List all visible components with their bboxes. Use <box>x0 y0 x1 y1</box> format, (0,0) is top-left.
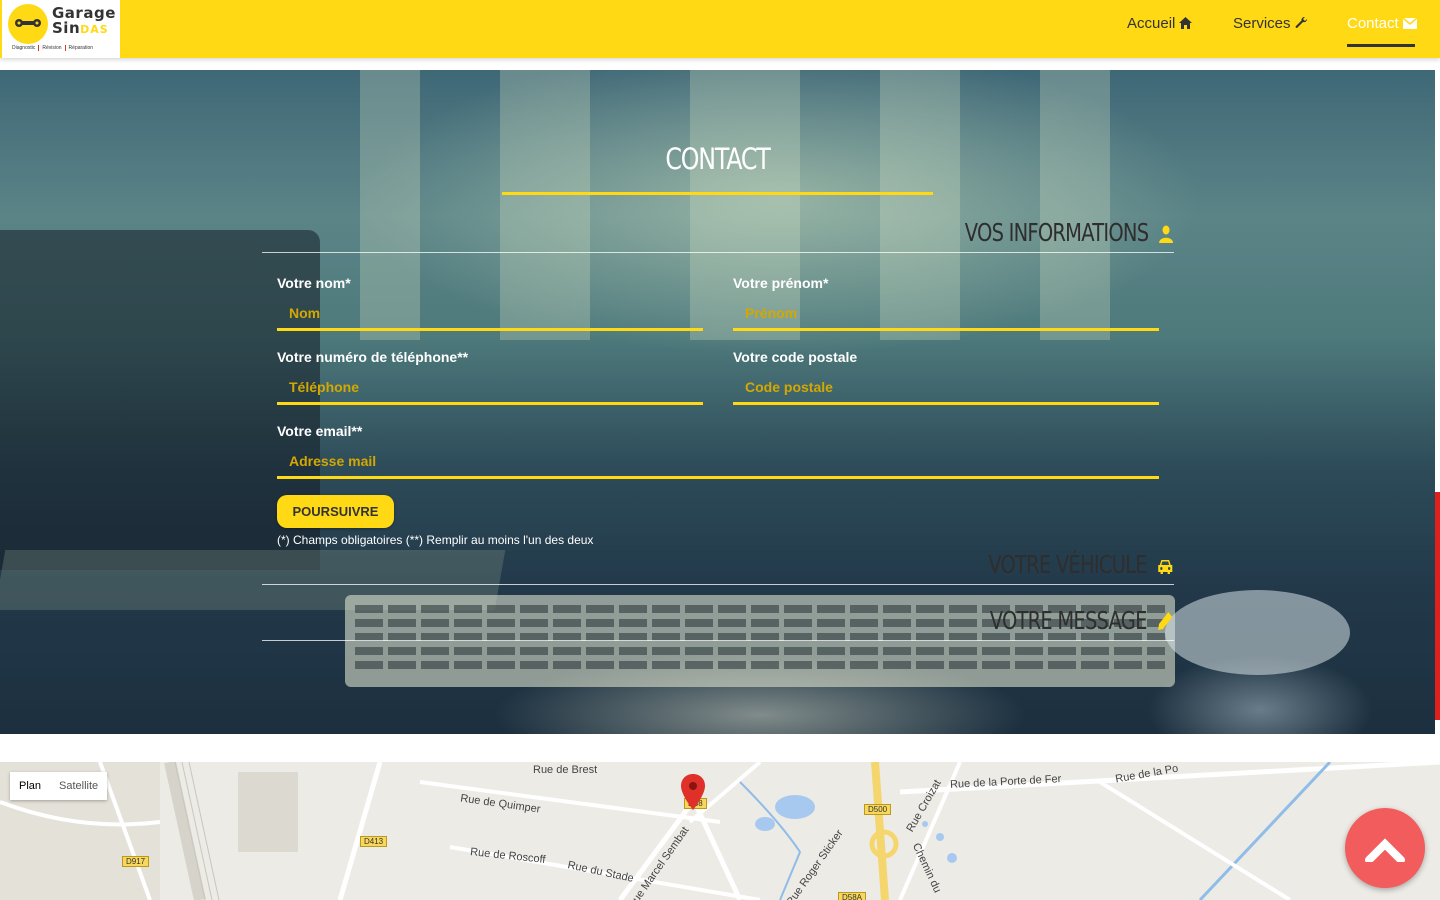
brand-name-line2: Sin <box>52 19 81 37</box>
nav-item-label: Contact <box>1347 15 1399 32</box>
map-type-satellite[interactable]: Satellite <box>50 772 107 800</box>
nav-item-accueil[interactable]: Accueil <box>1127 15 1193 32</box>
section-vehicle-header[interactable]: VOTRE VÉHICULE <box>988 550 1173 579</box>
brand-tag: Révision <box>38 45 65 51</box>
postal-code-input[interactable] <box>733 371 1159 405</box>
section-vehicle-label: VOTRE VÉHICULE <box>987 550 1147 579</box>
section-divider <box>262 584 1174 585</box>
section-divider <box>262 640 1174 641</box>
brand-tag: Réparation <box>64 45 97 51</box>
background-mouse <box>1165 590 1350 675</box>
location-map[interactable]: Rue de Brest Rue de Quimper Rue de Rosco… <box>0 762 1440 900</box>
brand-tag: Diagnostic <box>12 45 36 51</box>
brand-tags: Diagnostic Révision Réparation <box>9 45 97 51</box>
route-badge: D413 <box>360 836 388 847</box>
active-nav-indicator <box>1347 44 1415 47</box>
title-underline <box>502 192 933 195</box>
envelope-icon <box>1402 17 1418 29</box>
scroll-to-top-button[interactable] <box>1345 808 1425 888</box>
first-name-label: Votre prénom* <box>733 275 829 291</box>
postal-code-label: Votre code postale <box>733 349 858 365</box>
home-icon <box>1179 17 1193 29</box>
section-divider <box>262 252 1174 253</box>
route-badge: D58A <box>838 892 867 900</box>
route-badge: D917 <box>122 856 150 867</box>
background-monitor <box>0 230 320 570</box>
nav-item-contact[interactable]: Contact <box>1347 15 1418 32</box>
pencil-icon <box>1158 612 1173 630</box>
wrench-icon <box>1295 16 1307 29</box>
map-type-toggle[interactable]: Plan Satellite <box>10 772 108 800</box>
page-title: CONTACT <box>665 142 770 176</box>
required-fields-note: (*) Champs obligatoires (**) Remplir au … <box>277 533 594 547</box>
last-name-label: Votre nom* <box>277 275 351 291</box>
contact-hero: CONTACT VOS INFORMATIONS Votre nom* Votr… <box>0 70 1435 734</box>
map-roads <box>0 762 1440 900</box>
side-accent-strip <box>1435 492 1440 720</box>
car-icon <box>1158 560 1173 574</box>
brand-name-suffix: DAS <box>80 23 109 36</box>
last-name-input[interactable] <box>277 297 703 331</box>
map-type-plan[interactable]: Plan <box>10 772 50 800</box>
route-badge: D500 <box>864 804 892 815</box>
nav-item-label: Services <box>1233 15 1291 32</box>
nav-item-services[interactable]: Services <box>1233 15 1308 32</box>
top-header: Garage SinDAS Diagnostic Révision Réparati… <box>0 0 1440 58</box>
section-info-label: VOS INFORMATIONS <box>964 218 1149 247</box>
phone-input[interactable] <box>277 371 703 405</box>
section-message-label: VOTRE MESSAGE <box>989 606 1148 635</box>
chevron-up-icon <box>1365 838 1405 862</box>
brand-logo[interactable]: Garage SinDAS Diagnostic Révision Réparati… <box>2 0 120 58</box>
section-info-header[interactable]: VOS INFORMATIONS <box>965 218 1173 247</box>
user-icon <box>1158 225 1173 243</box>
wrench-logo-icon <box>8 4 48 44</box>
map-street-label: Rue de Brest <box>533 764 598 776</box>
section-message-header[interactable]: VOTRE MESSAGE <box>990 606 1173 635</box>
email-label: Votre email** <box>277 423 363 439</box>
brand-name: Garage SinDAS <box>52 6 116 37</box>
first-name-input[interactable] <box>733 297 1159 331</box>
map-marker-icon[interactable] <box>681 774 705 810</box>
nav-item-label: Accueil <box>1127 15 1176 32</box>
continue-button[interactable]: POURSUIVRE <box>277 495 394 528</box>
email-input[interactable] <box>277 445 1159 479</box>
phone-label: Votre numéro de téléphone** <box>277 349 469 365</box>
